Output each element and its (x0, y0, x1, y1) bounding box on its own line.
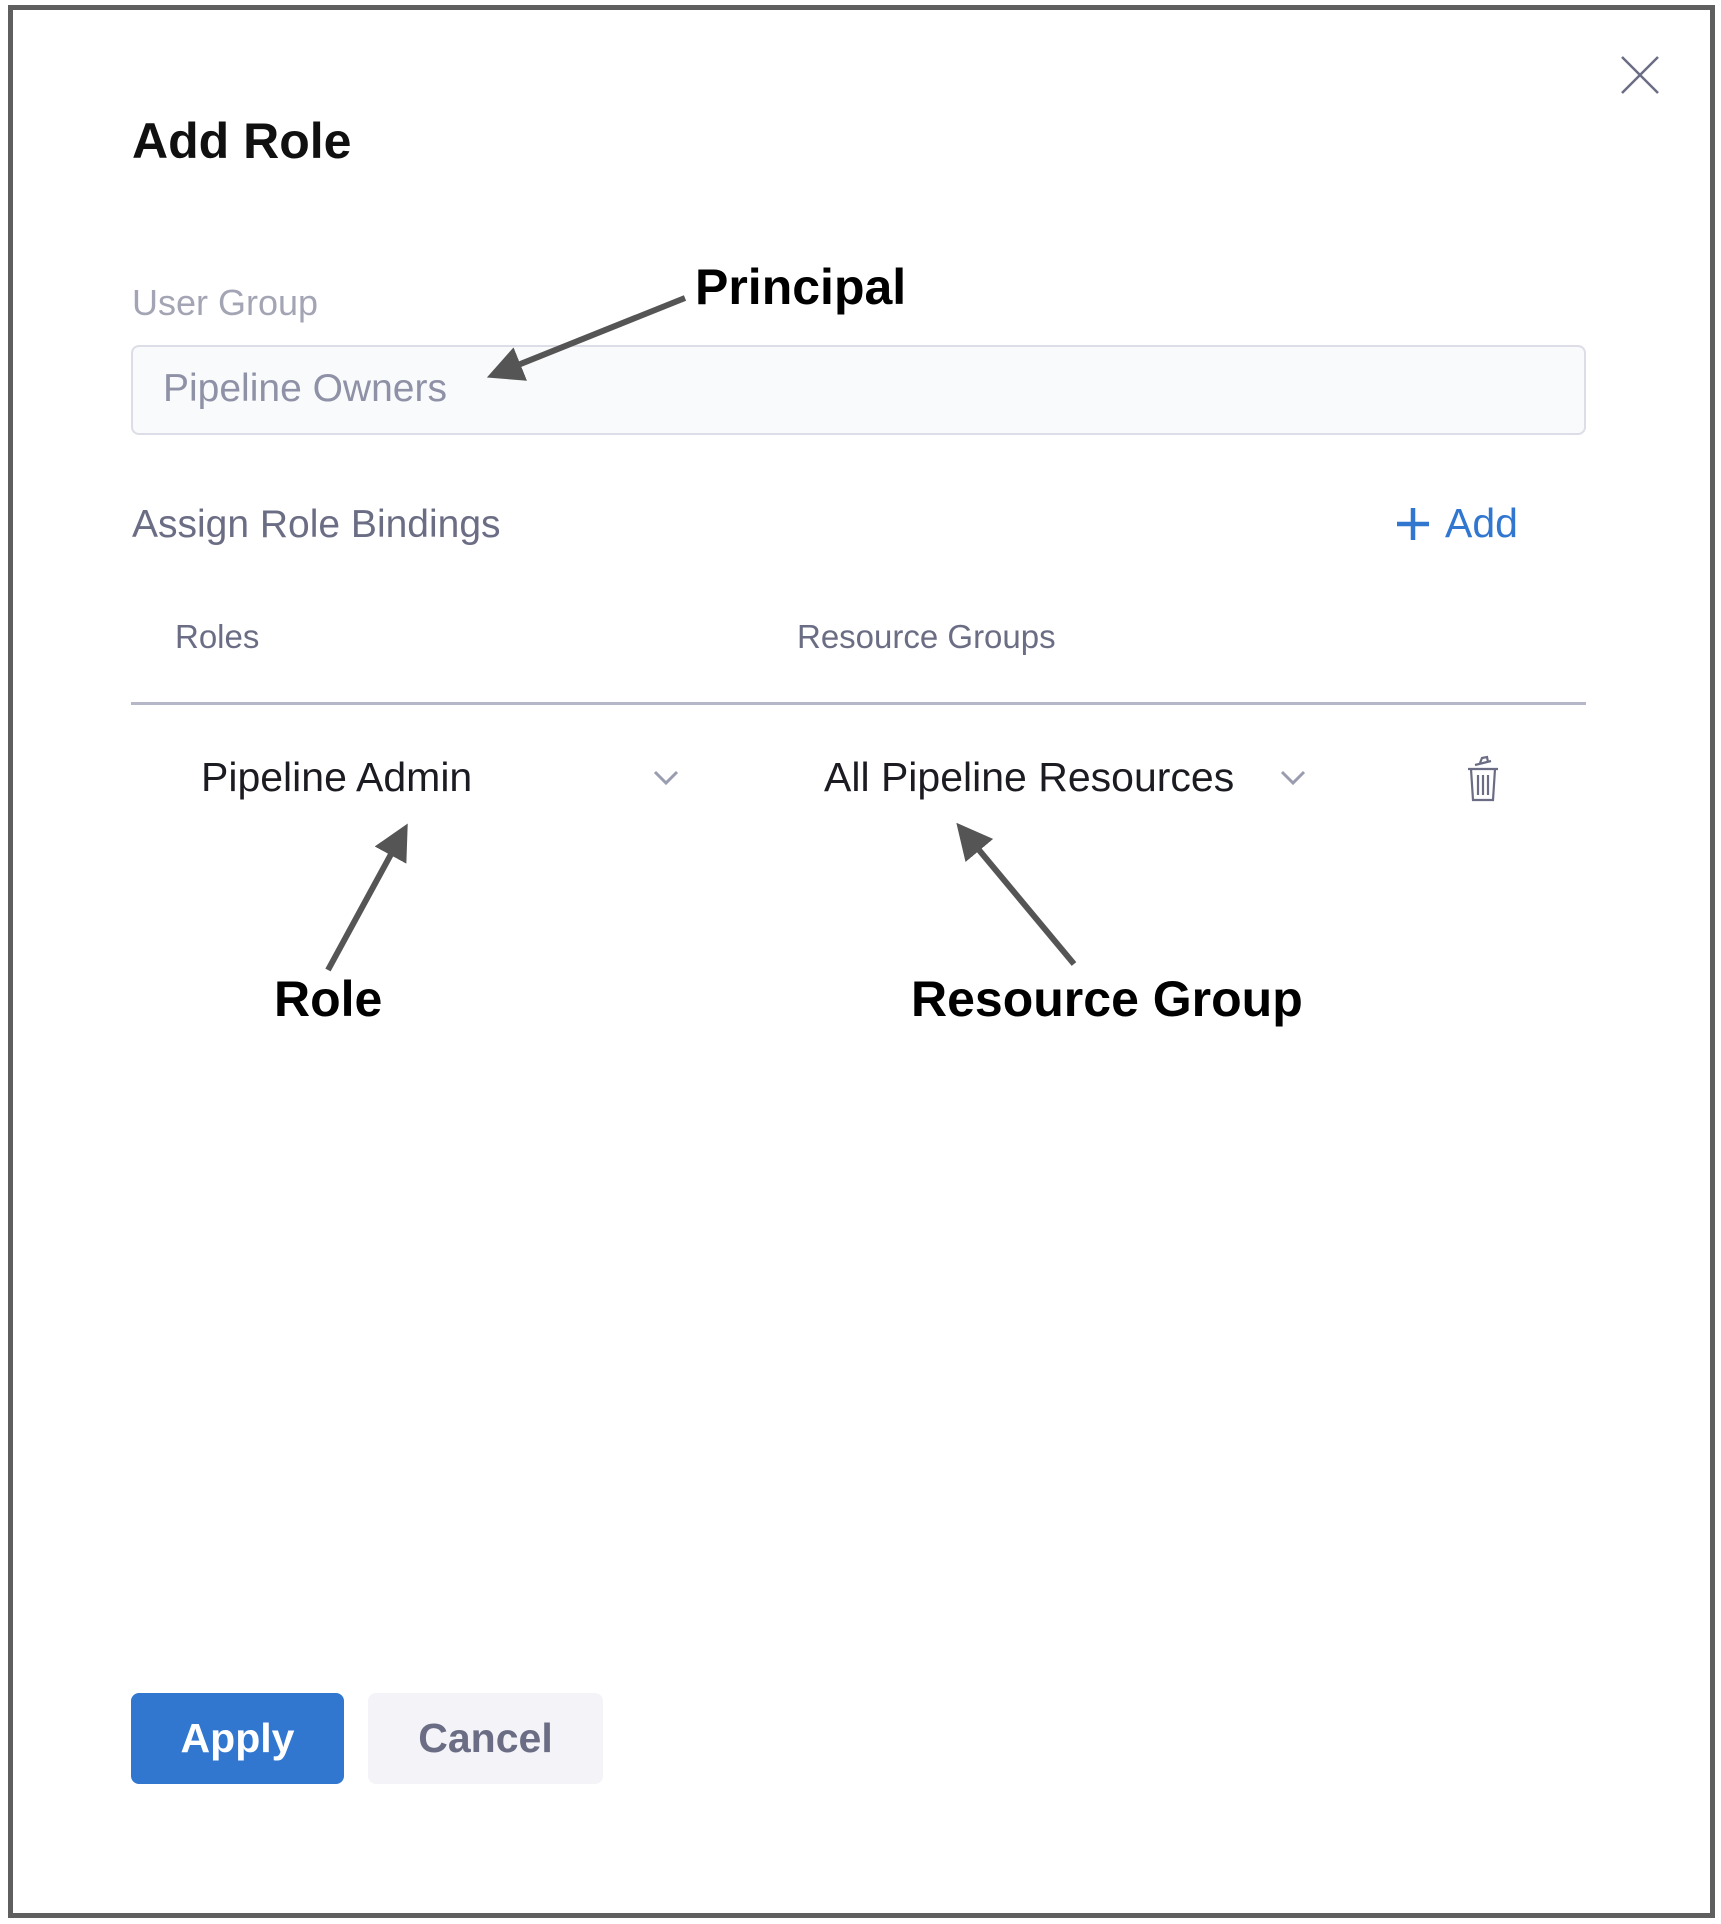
annotation-resource-group: Resource Group (911, 971, 1303, 1027)
role-arrow (325, 823, 408, 972)
annotation-role: Role (274, 971, 383, 1027)
principal-arrow (486, 295, 687, 381)
apply-button[interactable]: Apply (131, 1693, 344, 1784)
cancel-button[interactable]: Cancel (368, 1693, 603, 1784)
resource-group-arrow (956, 822, 1077, 966)
annotation-principal: Principal (695, 259, 907, 315)
